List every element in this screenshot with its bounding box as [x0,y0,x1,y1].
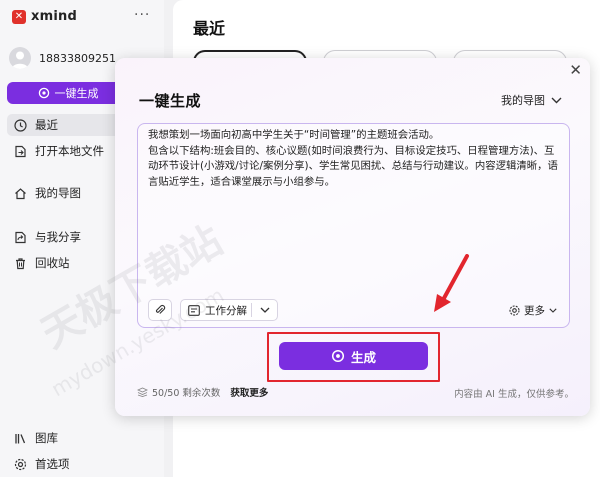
map-location-select[interactable]: 我的导图 [501,92,562,108]
chevron-down-icon [549,308,557,313]
user-profile[interactable]: 18833809251 [9,47,116,69]
annotation-arrow-icon [434,254,469,312]
quota-remaining: 50/50 剩余次数 [152,388,221,399]
home-icon [15,187,26,199]
settings-icon [509,305,520,316]
annotation-highlight-box [267,332,440,382]
brand: ✕ xmind [12,9,77,24]
sidebar-item-library[interactable]: 图库 [7,427,157,449]
prompt-text: 我想策划一场面向初高中学生关于“时间管理”的主题班会活动。 包含以下结构:班会目… [148,129,558,188]
close-icon[interactable]: ✕ [569,61,582,79]
sidebar-item-label: 首选项 [35,457,70,471]
more-options-label: 更多 [524,305,545,317]
chevron-down-icon [260,307,269,313]
sidebar-item-label: 与我分享 [35,230,81,244]
dialog-title: 一键生成 [139,92,202,110]
trash-icon [16,257,25,269]
sidebar-item-preferences[interactable]: 首选项 [7,453,157,475]
template-dropdown-toggle[interactable] [252,307,277,313]
page-title: 最近 [193,19,226,38]
user-icon [12,51,28,69]
map-location-label: 我的导图 [501,94,545,107]
library-icon [15,433,26,443]
ai-disclaimer: 内容由 AI 生成，仅供参考。 [454,389,574,400]
chevron-down-icon [551,97,562,103]
more-horizontal-icon[interactable]: ··· [134,7,150,23]
oneclick-generate-label: 一键生成 [54,87,99,100]
share-icon [15,231,26,243]
get-more-link[interactable]: 获取更多 [230,385,268,399]
clock-icon [14,118,27,132]
user-name: 18833809251 [39,51,116,65]
more-options-button[interactable]: 更多 [509,303,557,318]
quota-info: 50/50 剩余次数 获取更多 [137,385,268,399]
oneclick-generate-button[interactable]: 一键生成 [7,82,129,104]
sidebar-item-label: 回收站 [35,256,70,270]
sidebar-item-label: 打开本地文件 [35,144,104,158]
open-file-icon [15,145,26,157]
sidebar-item-label: 最近 [35,118,58,132]
stack-icon [137,387,148,397]
sparkle-flower-icon [38,87,49,99]
avatar [9,47,31,69]
settings-icon [14,458,27,470]
xmind-logo-icon: ✕ [12,9,26,24]
sidebar-item-label: 图库 [35,431,58,445]
sidebar-item-label: 我的导图 [35,186,81,200]
brand-name: xmind [31,9,77,24]
